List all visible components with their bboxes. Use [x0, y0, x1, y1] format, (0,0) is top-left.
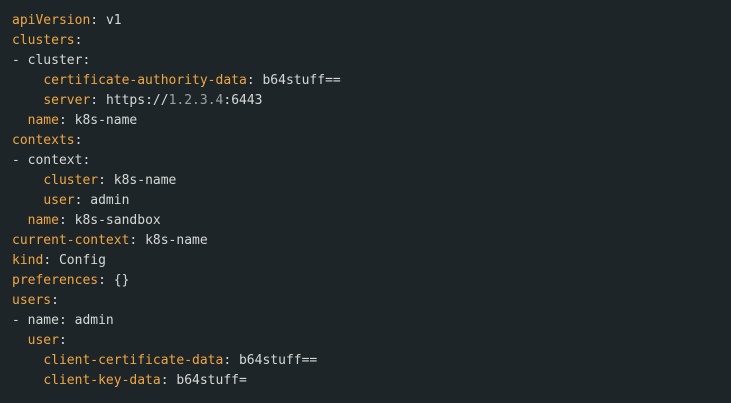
- code-line: contexts:: [12, 131, 719, 151]
- url-scheme: https://: [105, 93, 169, 108]
- code-line: - context:: [12, 151, 719, 171]
- yaml-separator: :: [98, 273, 114, 288]
- url-host: 1.2.3.4: [168, 93, 224, 108]
- yaml-indent: [12, 351, 43, 371]
- url-port-separator: :: [223, 93, 232, 108]
- yaml-indent: [12, 71, 43, 91]
- yaml-value: b64stuff==: [238, 353, 318, 368]
- yaml-key: kind: [12, 253, 44, 268]
- code-line: client-key-data: b64stuff=: [12, 371, 719, 391]
- code-line: apiVersion: v1: [12, 11, 719, 31]
- yaml-key: user: [43, 193, 75, 208]
- yaml-separator: :: [246, 73, 263, 88]
- yaml-value: {}: [113, 273, 130, 288]
- code-line: client-certificate-data: b64stuff==: [12, 351, 719, 371]
- yaml-key: name: [27, 113, 59, 128]
- yaml-value: admin: [90, 193, 130, 208]
- yaml-indent: [12, 331, 28, 351]
- yaml-plain-text: cluster:: [27, 53, 91, 68]
- yaml-separator: :: [223, 353, 239, 368]
- yaml-indent: [12, 171, 43, 191]
- url-port: 6443: [231, 93, 263, 108]
- yaml-value: Config: [58, 253, 106, 268]
- yaml-plain-text: name: admin: [27, 313, 114, 328]
- yaml-key: apiVersion: [12, 13, 91, 28]
- yaml-key: contexts: [12, 133, 75, 148]
- yaml-separator: :: [98, 173, 114, 188]
- yaml-separator: :: [58, 213, 75, 228]
- code-line: preferences: {}: [12, 271, 719, 291]
- yaml-key: clusters: [12, 33, 75, 48]
- yaml-indent: [12, 111, 28, 131]
- yaml-key: client-certificate-data: [43, 353, 224, 368]
- yaml-value: k8s-name: [113, 173, 177, 188]
- yaml-key: cluster: [43, 173, 99, 188]
- yaml-value: k8s-sandbox: [74, 213, 161, 228]
- yaml-separator: :: [160, 373, 177, 388]
- yaml-key: user: [27, 333, 59, 348]
- yaml-separator: :: [90, 13, 106, 28]
- yaml-indent: [12, 371, 43, 391]
- yaml-separator: :: [58, 333, 67, 348]
- yaml-indent: [12, 91, 43, 111]
- yaml-key: users: [12, 293, 52, 308]
- yaml-value: k8s-name: [74, 113, 138, 128]
- yaml-key: current-context: [12, 233, 130, 248]
- code-line: kind: Config: [12, 251, 719, 271]
- yaml-separator: :: [74, 193, 91, 208]
- yaml-value: v1: [105, 13, 122, 28]
- yaml-value: b64stuff==: [262, 73, 341, 88]
- code-line: server: https://1.2.3.4:6443: [12, 91, 719, 111]
- yaml-separator: :: [43, 253, 59, 268]
- yaml-list-marker: -: [12, 53, 28, 68]
- yaml-separator: :: [51, 293, 59, 308]
- code-line: user:: [12, 331, 719, 351]
- code-line: name: k8s-name: [12, 111, 719, 131]
- yaml-indent: [12, 191, 43, 211]
- yaml-separator: :: [74, 133, 83, 148]
- yaml-code-block: apiVersion: v1 clusters: - cluster: cert…: [0, 0, 731, 403]
- code-line: users:: [12, 291, 719, 311]
- yaml-key: name: [27, 213, 59, 228]
- yaml-key: preferences: [12, 273, 99, 288]
- yaml-value: b64stuff=: [176, 373, 247, 388]
- yaml-separator: :: [90, 93, 106, 108]
- yaml-plain-text: context:: [27, 153, 91, 168]
- yaml-list-marker: -: [12, 153, 28, 168]
- yaml-key: certificate-authority-data: [43, 73, 247, 88]
- code-line: clusters:: [12, 31, 719, 51]
- yaml-list-marker: -: [12, 313, 28, 328]
- code-line: current-context: k8s-name: [12, 231, 719, 251]
- yaml-indent: [12, 211, 28, 231]
- yaml-value: k8s-name: [145, 233, 208, 248]
- yaml-separator: :: [74, 33, 83, 48]
- yaml-key: client-key-data: [43, 373, 161, 388]
- code-line: cluster: k8s-name: [12, 171, 719, 191]
- code-line: - name: admin: [12, 311, 719, 331]
- yaml-key: server: [43, 93, 91, 108]
- code-line: - cluster:: [12, 51, 719, 71]
- yaml-separator: :: [58, 113, 75, 128]
- code-line: name: k8s-sandbox: [12, 211, 719, 231]
- code-line: user: admin: [12, 191, 719, 211]
- yaml-separator: :: [129, 233, 146, 248]
- code-line: certificate-authority-data: b64stuff==: [12, 71, 719, 91]
